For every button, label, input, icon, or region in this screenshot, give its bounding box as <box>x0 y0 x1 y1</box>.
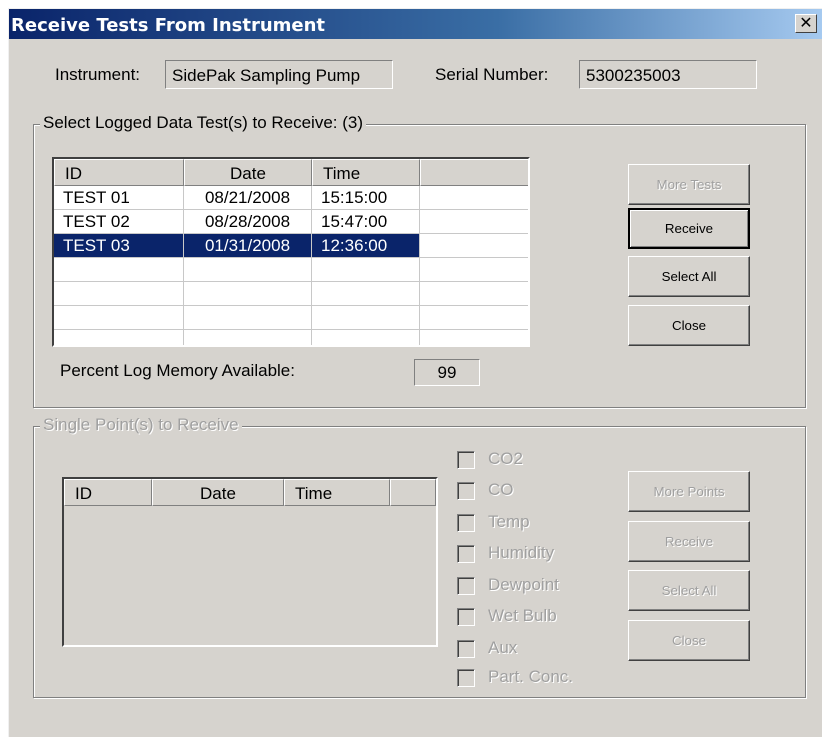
single-points-legend: Single Point(s) to Receive <box>40 415 242 435</box>
table-row[interactable]: TEST 01 08/21/2008 15:15:00 <box>54 186 528 210</box>
empty-table-row[interactable] <box>54 330 528 345</box>
checkbox-wet-bulb[interactable]: Wet Bulb <box>457 606 607 630</box>
select-all-tests-button[interactable]: Select All <box>628 256 750 297</box>
checkbox-label: Aux <box>488 638 518 657</box>
cell-id <box>54 282 184 306</box>
checkbox-label: Dewpoint <box>488 575 559 594</box>
serial-number-label: Serial Number: <box>435 65 549 84</box>
cell-date <box>184 306 312 330</box>
receive-tests-button[interactable]: Receive <box>628 208 750 249</box>
checkbox-label: CO <box>488 480 514 499</box>
checkbox-box[interactable] <box>457 669 475 687</box>
checkbox-co2[interactable]: CO2 <box>457 449 607 473</box>
checkbox-label: Wet Bulb <box>488 606 557 625</box>
cell-blank <box>420 330 528 345</box>
column-header-time[interactable]: Time <box>312 159 420 186</box>
checkbox-label: Part. Conc. <box>488 667 574 686</box>
cell-blank <box>420 234 528 258</box>
logged-tests-list[interactable]: ID Date Time TEST 01 08/21/2008 15:15:00 TE… <box>52 157 530 347</box>
column-header-date[interactable]: Date <box>184 159 312 186</box>
checkbox-label: CO2 <box>488 449 523 468</box>
checkbox-aux[interactable]: Aux <box>457 638 607 662</box>
close-icon[interactable]: ✕ <box>795 14 817 33</box>
cell-time <box>312 306 420 330</box>
checkbox-box[interactable] <box>457 482 475 500</box>
cell-date <box>184 282 312 306</box>
empty-table-row[interactable] <box>54 282 528 306</box>
instrument-field: SidePak Sampling Pump <box>165 60 393 89</box>
cell-date: 08/21/2008 <box>184 186 312 210</box>
cell-blank <box>420 306 528 330</box>
checkbox-temp[interactable]: Temp <box>457 512 607 536</box>
single-column-header-id[interactable]: ID <box>64 479 152 506</box>
checkbox-part-conc[interactable]: Part. Conc. <box>457 667 607 691</box>
cell-id <box>54 306 184 330</box>
column-header-blank <box>420 159 528 186</box>
checkbox-label: Humidity <box>488 543 555 562</box>
more-tests-button[interactable]: More Tests <box>628 164 750 205</box>
cell-date: 08/28/2008 <box>184 210 312 234</box>
empty-table-row[interactable] <box>54 258 528 282</box>
table-row[interactable]: TEST 03 01/31/2008 12:36:00 <box>54 234 528 258</box>
cell-id <box>54 258 184 282</box>
cell-blank <box>420 210 528 234</box>
empty-table-row[interactable] <box>54 306 528 330</box>
checkbox-humidity[interactable]: Humidity <box>457 543 607 567</box>
cell-time <box>312 282 420 306</box>
memory-value: 99 <box>414 359 480 386</box>
cell-date <box>184 330 312 345</box>
cell-blank <box>420 258 528 282</box>
cell-id: TEST 03 <box>54 234 184 258</box>
checkbox-box[interactable] <box>457 451 475 469</box>
logged-data-legend: Select Logged Data Test(s) to Receive: (… <box>40 113 367 133</box>
receive-tests-dialog: Receive Tests From Instrument ✕ Instrume… <box>8 8 822 737</box>
single-list-header: ID Date Time <box>64 479 436 506</box>
single-column-header-time[interactable]: Time <box>284 479 390 506</box>
cell-blank <box>420 186 528 210</box>
receive-points-button[interactable]: Receive <box>628 521 750 562</box>
cell-time <box>312 258 420 282</box>
checkbox-box[interactable] <box>457 608 475 626</box>
cell-time: 15:47:00 <box>312 210 420 234</box>
cell-id <box>54 330 184 345</box>
column-header-id[interactable]: ID <box>54 159 184 186</box>
checkbox-box[interactable] <box>457 577 475 595</box>
more-points-button[interactable]: More Points <box>628 471 750 512</box>
select-all-points-button[interactable]: Select All <box>628 570 750 611</box>
cell-time: 12:36:00 <box>312 234 420 258</box>
checkbox-co[interactable]: CO <box>457 480 607 504</box>
instrument-label: Instrument: <box>55 65 141 84</box>
cell-time: 15:15:00 <box>312 186 420 210</box>
cell-time <box>312 330 420 345</box>
single-points-list[interactable]: ID Date Time <box>62 477 438 647</box>
checkbox-box[interactable] <box>457 514 475 532</box>
cell-date: 01/31/2008 <box>184 234 312 258</box>
table-row[interactable]: TEST 02 08/28/2008 15:47:00 <box>54 210 528 234</box>
checkbox-box[interactable] <box>457 545 475 563</box>
memory-label: Percent Log Memory Available: <box>60 361 295 380</box>
cell-id: TEST 01 <box>54 186 184 210</box>
close-points-button[interactable]: Close <box>628 620 750 661</box>
single-column-header-blank <box>390 479 436 506</box>
checkbox-box[interactable] <box>457 640 475 658</box>
title-bar[interactable]: Receive Tests From Instrument ✕ <box>9 9 822 39</box>
checkbox-label: Temp <box>488 512 530 531</box>
cell-id: TEST 02 <box>54 210 184 234</box>
serial-number-field: 5300235003 <box>579 60 757 89</box>
cell-blank <box>420 282 528 306</box>
single-column-header-date[interactable]: Date <box>152 479 284 506</box>
window-title: Receive Tests From Instrument <box>11 15 326 36</box>
checkbox-dewpoint[interactable]: Dewpoint <box>457 575 607 599</box>
cell-date <box>184 258 312 282</box>
close-tests-button[interactable]: Close <box>628 305 750 346</box>
list-header: ID Date Time <box>54 159 528 186</box>
